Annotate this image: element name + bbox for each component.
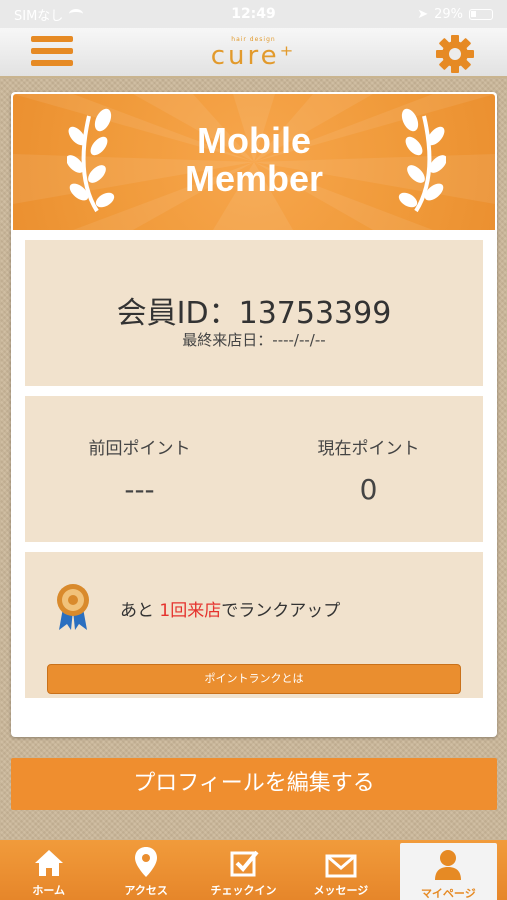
medal-icon <box>57 584 89 630</box>
home-icon <box>34 850 63 876</box>
point-rank-info-button[interactable]: ポイントランクとは <box>47 664 461 694</box>
tab-access[interactable]: アクセス <box>97 840 194 900</box>
map-pin-icon <box>135 847 158 877</box>
points-panel: 前回ポイント --- 現在ポイント 0 <box>25 396 483 542</box>
tab-home-label: ホーム <box>32 884 66 897</box>
tab-home[interactable]: ホーム <box>0 840 97 900</box>
tab-access-label: アクセス <box>124 884 168 897</box>
laurel-right-icon <box>398 108 446 213</box>
person-icon <box>435 850 462 880</box>
app-header: hair design cure⁺ <box>0 28 507 78</box>
tab-checkin[interactable]: チェックイン <box>195 840 292 900</box>
rank-text-suffix: でランクアップ <box>221 601 341 621</box>
mail-icon <box>325 854 357 878</box>
member-id-panel: 会員ID：13753399 最終来店日：----/--/-- <box>25 240 483 386</box>
current-points: 現在ポイント 0 <box>254 434 483 506</box>
logo-title: cure⁺ <box>210 41 297 71</box>
tab-mypage[interactable]: マイページ <box>399 843 498 900</box>
battery-icon <box>469 8 493 20</box>
previous-points-label: 前回ポイント <box>88 439 191 459</box>
status-time: 12:49 <box>231 6 276 22</box>
previous-points: 前回ポイント --- <box>25 434 254 506</box>
rank-text-prefix: あと <box>120 601 160 621</box>
member-id: 会員ID：13753399 <box>116 296 392 331</box>
checkin-icon <box>230 850 259 877</box>
last-visit-date: 最終来店日：----/--/-- <box>182 331 326 349</box>
member-card: Mobile Member 会員ID：13753399 最終来店日：----/-… <box>11 92 497 737</box>
brand-logo: hair design cure⁺ <box>0 36 507 69</box>
rank-up-message: あと 1回来店でランクアップ <box>120 596 340 621</box>
gear-icon[interactable] <box>434 33 476 75</box>
current-points-label: 現在ポイント <box>317 439 420 459</box>
edit-profile-button[interactable]: プロフィールを編集する <box>11 758 497 810</box>
bottom-tab-bar: ホーム アクセス チェックイン メッセージ マイページ <box>0 840 507 900</box>
tab-checkin-label: チェックイン <box>210 884 277 897</box>
previous-points-value: --- <box>124 473 155 506</box>
rank-text-highlight: 1回来店 <box>159 601 222 621</box>
member-banner: Mobile Member <box>13 94 495 230</box>
status-bar: SIMなし 12:49 ➤ 29% <box>0 0 507 28</box>
tab-message-label: メッセージ <box>313 884 369 897</box>
rank-panel: あと 1回来店でランクアップ ポイントランクとは <box>25 552 483 698</box>
tab-mypage-label: マイページ <box>420 887 476 900</box>
current-points-value: 0 <box>359 473 378 506</box>
tab-message[interactable]: メッセージ <box>292 840 389 900</box>
